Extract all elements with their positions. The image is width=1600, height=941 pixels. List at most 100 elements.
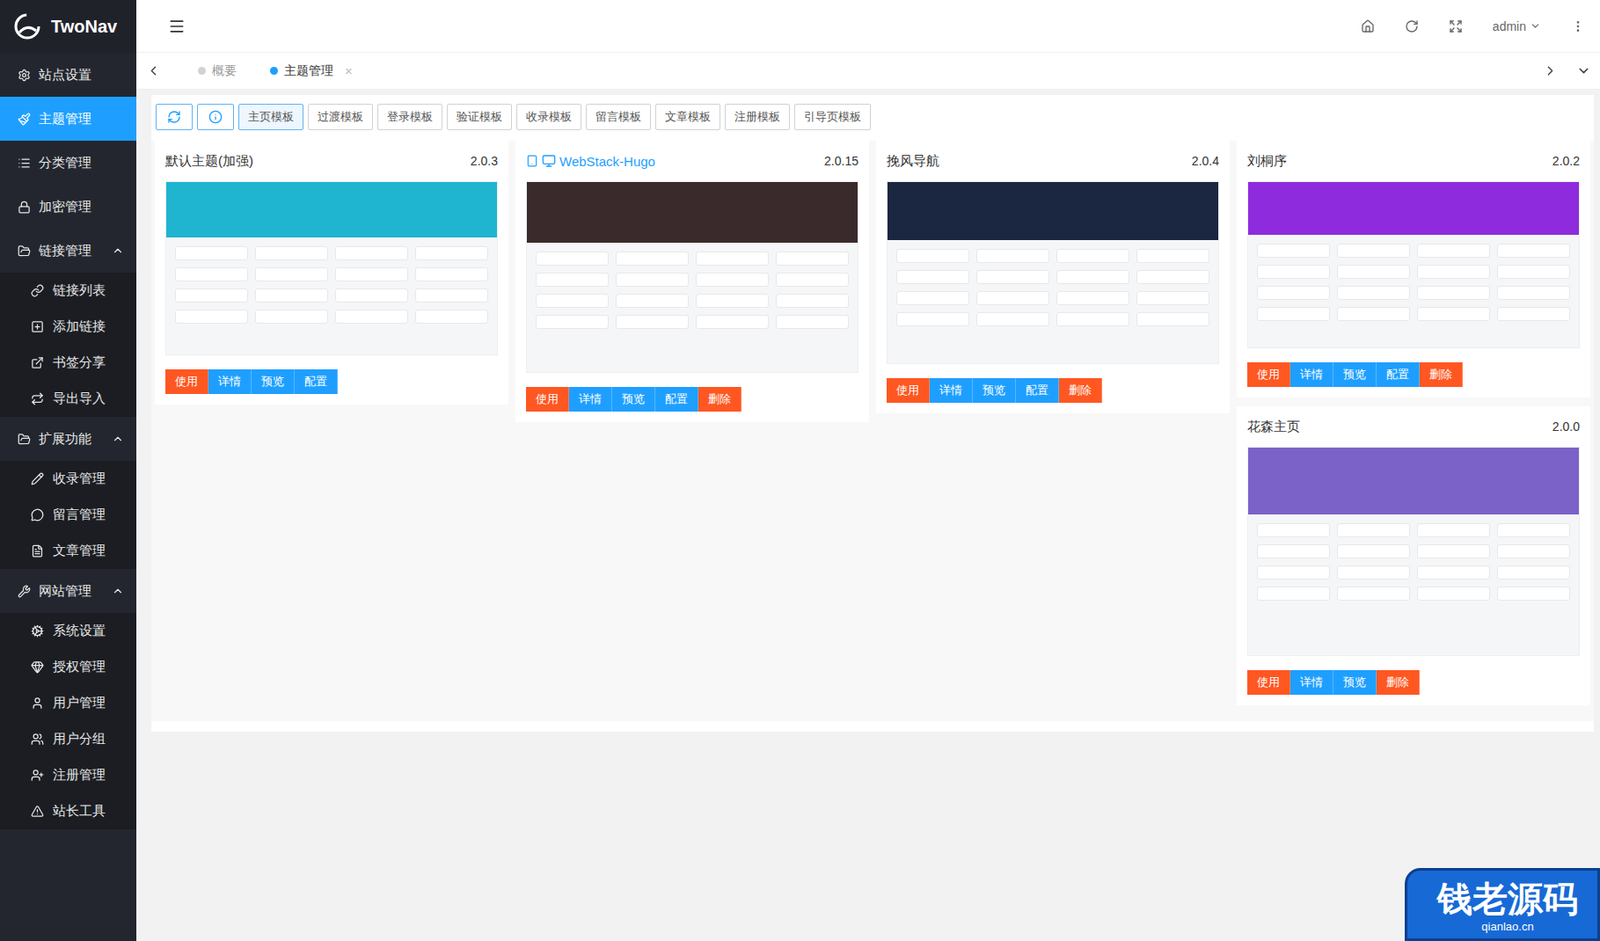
theme-card: 默认主题(加强)2.0.3 使用详情预览配置 bbox=[154, 140, 509, 405]
tab-next[interactable] bbox=[1533, 52, 1567, 89]
preview-tile bbox=[1336, 285, 1411, 300]
theme-title: 默认主题(加强) bbox=[165, 153, 254, 170]
theme-action-button[interactable]: 配置 bbox=[294, 369, 338, 395]
tab-menu[interactable] bbox=[1566, 52, 1600, 89]
sidebar-label: 链接列表 bbox=[52, 282, 125, 300]
sidebar-item[interactable]: 添加链接 bbox=[0, 308, 137, 345]
preview-tile bbox=[175, 267, 249, 282]
theme-action-button[interactable]: 删除 bbox=[698, 387, 742, 412]
theme-cell: 默认主题(加强)2.0.3 使用详情预览配置 bbox=[151, 140, 512, 414]
menu-icon bbox=[30, 804, 44, 819]
template-tab[interactable]: 留言模板 bbox=[585, 103, 651, 131]
tab-list: 概要主题管理× bbox=[169, 52, 1534, 89]
preview-tile bbox=[255, 267, 329, 282]
home-button[interactable] bbox=[1345, 0, 1390, 52]
theme-grid: 默认主题(加强)2.0.3使用详情预览配置WebStack-Hugo2.0.15… bbox=[151, 140, 1594, 722]
theme-action-button[interactable]: 配置 bbox=[1015, 378, 1060, 403]
theme-action-button[interactable]: 删除 bbox=[1419, 362, 1463, 388]
theme-action-button[interactable]: 预览 bbox=[1333, 670, 1377, 695]
chevron-up-icon bbox=[111, 432, 125, 446]
tab-bar: 概要主题管理× bbox=[136, 52, 1600, 90]
preview-tile bbox=[1336, 243, 1411, 258]
theme-action-button[interactable]: 使用 bbox=[1247, 670, 1291, 695]
sidebar-item[interactable]: 系统设置 bbox=[0, 613, 137, 650]
sidebar-item[interactable]: 文章管理 bbox=[0, 533, 137, 570]
template-tab[interactable]: 登录模板 bbox=[377, 103, 443, 131]
theme-action-button[interactable]: 删除 bbox=[1376, 670, 1420, 695]
menu-icon bbox=[30, 732, 44, 746]
theme-head: 默认主题(加强)2.0.3 bbox=[165, 147, 498, 175]
theme-action-button[interactable]: 预览 bbox=[251, 369, 295, 395]
theme-action-button[interactable]: 使用 bbox=[1247, 362, 1291, 388]
sidebar-item[interactable]: 授权管理 bbox=[0, 649, 137, 686]
sidebar-item[interactable]: 分类管理 bbox=[0, 140, 137, 185]
user-menu[interactable]: admin bbox=[1477, 0, 1557, 52]
menu-toggle-icon[interactable] bbox=[168, 17, 186, 36]
theme-action-button[interactable]: 删除 bbox=[1059, 378, 1103, 403]
template-tab[interactable]: 注册模板 bbox=[724, 103, 790, 131]
fullscreen-button[interactable] bbox=[1433, 0, 1478, 52]
tab-dot bbox=[270, 66, 278, 75]
theme-actions: 使用详情预览配置删除 bbox=[886, 378, 1220, 403]
theme-action-button[interactable]: 详情 bbox=[569, 387, 613, 412]
sidebar-item[interactable]: 站点设置 bbox=[0, 52, 137, 97]
tab-close[interactable]: × bbox=[344, 63, 353, 79]
sidebar-item[interactable]: 主题管理 bbox=[0, 96, 137, 141]
template-tab[interactable]: 文章模板 bbox=[655, 103, 721, 131]
tab[interactable]: 概要 bbox=[176, 52, 249, 89]
theme-action-button[interactable]: 使用 bbox=[165, 369, 209, 395]
theme-action-button[interactable]: 配置 bbox=[1376, 362, 1420, 388]
sidebar-group[interactable]: 网站管理 bbox=[0, 569, 137, 614]
theme-action-button[interactable]: 预览 bbox=[972, 378, 1016, 403]
sidebar-item[interactable]: 导出导入 bbox=[0, 380, 137, 417]
theme-action-button[interactable]: 预览 bbox=[1333, 362, 1377, 388]
theme-action-button[interactable]: 预览 bbox=[612, 387, 656, 412]
preview-tile bbox=[695, 272, 769, 287]
info-button[interactable] bbox=[197, 103, 234, 131]
sidebar-item[interactable]: 用户分组 bbox=[0, 721, 137, 758]
sidebar-item[interactable]: 收录管理 bbox=[0, 460, 137, 497]
menu-icon bbox=[30, 356, 44, 370]
theme-action-button[interactable]: 使用 bbox=[886, 378, 930, 403]
sidebar-item[interactable]: 站长工具 bbox=[0, 793, 137, 830]
template-tab[interactable]: 过渡模板 bbox=[307, 103, 373, 131]
sidebar-item[interactable]: 留言管理 bbox=[0, 496, 137, 534]
theme-version: 2.0.4 bbox=[1191, 153, 1220, 169]
preview-tile bbox=[1136, 248, 1210, 264]
more-button[interactable] bbox=[1556, 0, 1600, 52]
preview-tile bbox=[535, 314, 609, 329]
tab-dot bbox=[197, 66, 206, 75]
sidebar-item[interactable]: 链接列表 bbox=[0, 272, 137, 309]
template-tab[interactable]: 主页模板 bbox=[238, 103, 304, 131]
sidebar-item[interactable]: 书签分享 bbox=[0, 344, 137, 381]
sidebar-item[interactable]: 加密管理 bbox=[0, 184, 137, 229]
refresh-button[interactable] bbox=[155, 103, 193, 131]
menu-icon bbox=[30, 544, 44, 558]
theme-action-button[interactable]: 详情 bbox=[1290, 362, 1334, 388]
sidebar-item[interactable]: 注册管理 bbox=[0, 757, 137, 794]
tab-prev[interactable] bbox=[136, 52, 170, 89]
template-tab[interactable]: 验证模板 bbox=[446, 103, 512, 131]
sidebar-group[interactable]: 链接管理 bbox=[0, 228, 137, 273]
tab[interactable]: 主题管理× bbox=[248, 52, 366, 89]
template-tab[interactable]: 收录模板 bbox=[516, 103, 582, 131]
refresh-icon bbox=[1404, 19, 1419, 34]
theme-action-button[interactable]: 详情 bbox=[929, 378, 973, 403]
theme-version: 2.0.0 bbox=[1552, 419, 1580, 434]
theme-action-button[interactable]: 使用 bbox=[526, 387, 570, 412]
menu-icon bbox=[17, 584, 31, 599]
preview-tile bbox=[335, 246, 409, 261]
theme-action-button[interactable]: 详情 bbox=[1290, 670, 1334, 695]
refresh-button[interactable] bbox=[1389, 0, 1434, 52]
logo[interactable]: TwoNav bbox=[0, 0, 137, 53]
sidebar-item[interactable]: 用户管理 bbox=[0, 685, 137, 722]
sidebar-group[interactable]: 扩展功能 bbox=[0, 416, 137, 461]
theme-action-button[interactable]: 配置 bbox=[655, 387, 699, 412]
preview-tile bbox=[976, 312, 1050, 327]
preview-tile bbox=[1417, 544, 1491, 559]
info-icon bbox=[208, 109, 223, 125]
theme-action-button[interactable]: 详情 bbox=[208, 369, 252, 395]
template-tab[interactable]: 引导页模板 bbox=[794, 103, 871, 131]
chevron-right-icon bbox=[1542, 63, 1558, 79]
preview-tile bbox=[1336, 306, 1411, 322]
